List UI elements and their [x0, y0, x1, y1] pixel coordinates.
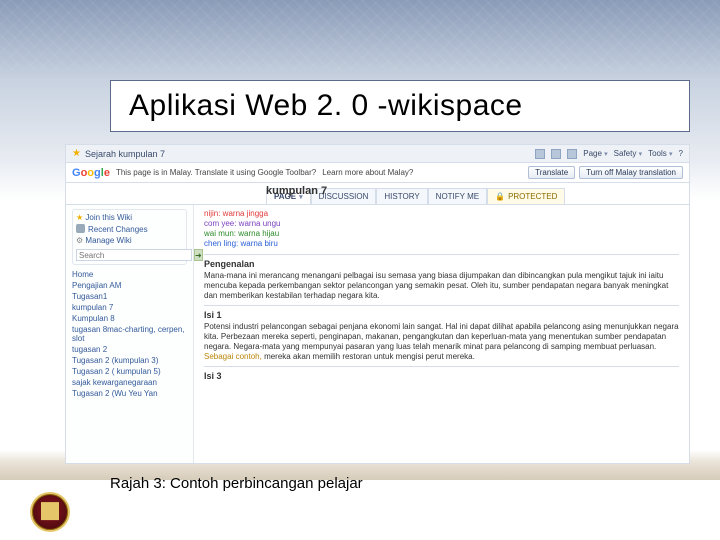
- sidebar-item[interactable]: Pengajian AM: [72, 281, 187, 290]
- color-line: wai mun: warna hijau: [204, 229, 679, 238]
- sidebar-item[interactable]: Tugasan 2 (kumpulan 3): [72, 356, 187, 365]
- heading-isi1: Isi 1: [204, 310, 679, 320]
- ie-toolbar: ★ Sejarah kumpulan 7 Page ▾ Safety ▾ Too…: [66, 145, 689, 163]
- tab-history[interactable]: HISTORY: [376, 188, 427, 204]
- sidebar-item[interactable]: Tugasan 2 (Wu Yeu Yan: [72, 389, 187, 398]
- join-wiki-link[interactable]: ★ Join this Wiki: [76, 213, 183, 222]
- wiki-tabs-row: kumpulan 7 PAGE ▾ DISCUSSION HISTORY NOT…: [66, 183, 689, 205]
- color-line: com yee: warna ungu: [204, 219, 679, 228]
- color-line: nijin: warna jingga: [204, 209, 679, 218]
- color-key-lines: nijin: warna jingga com yee: warna ungu …: [204, 209, 679, 248]
- favorite-label[interactable]: Sejarah kumpulan 7: [85, 149, 165, 159]
- slide-title: Aplikasi Web 2. 0 -wikispace: [129, 89, 671, 123]
- figure-caption: Rajah 3: Contoh perbincangan pelajar: [110, 475, 363, 492]
- ie-help-icon[interactable]: ?: [679, 149, 683, 158]
- translate-learn[interactable]: Learn more about Malay?: [322, 168, 413, 177]
- wiki-page-title: kumpulan 7: [266, 185, 327, 197]
- slide-title-box: Aplikasi Web 2. 0 -wikispace: [110, 80, 690, 132]
- ie-menu-tools[interactable]: Tools ▾: [648, 149, 672, 158]
- wiki-content: nijin: warna jingga com yee: warna ungu …: [194, 205, 689, 463]
- star-icon: ★: [76, 213, 83, 222]
- recent-changes-link[interactable]: Recent Changes: [76, 224, 183, 234]
- favorite-icon: ★: [72, 148, 81, 159]
- sidebar-item[interactable]: sajak kewarganegaraan: [72, 378, 187, 387]
- paragraph-pengenalan: Mana-mana ini merancang menangani pelbag…: [204, 271, 679, 301]
- heading-isi3: Isi 3: [204, 371, 679, 381]
- heading-pengenalan: Pengenalan: [204, 259, 679, 269]
- sidebar-nav: Home Pengajian AM Tugasan1 kumpulan 7 Ku…: [72, 270, 187, 398]
- wiki-sidebar: ★ Join this Wiki Recent Changes ⚙ Manage…: [66, 205, 194, 463]
- sidebar-item[interactable]: tugasan 2: [72, 345, 187, 354]
- sidebar-item[interactable]: Home: [72, 270, 187, 279]
- paragraph-isi1: Potensi industri pelancongan sebagai pen…: [204, 322, 679, 362]
- ie-mail-icon[interactable]: [567, 149, 577, 159]
- translate-button[interactable]: Translate: [528, 166, 575, 179]
- google-toolbar: Google This page is in Malay. Translate …: [66, 163, 689, 183]
- lock-icon: 🔒: [495, 192, 505, 201]
- ie-menu-page[interactable]: Page ▾: [583, 149, 607, 158]
- institution-logo: [30, 492, 70, 532]
- gear-icon: ⚙: [76, 236, 83, 245]
- sidebar-item[interactable]: Kumpulan 8: [72, 314, 187, 323]
- sidebar-item[interactable]: kumpulan 7: [72, 303, 187, 312]
- tab-notify[interactable]: NOTIFY ME: [428, 188, 487, 204]
- ie-menu-safety[interactable]: Safety ▾: [614, 149, 642, 158]
- ie-home-icon[interactable]: [535, 149, 545, 159]
- manage-wiki-link[interactable]: ⚙ Manage Wiki: [76, 236, 183, 245]
- sidebar-item[interactable]: Tugasan 2 ( kumpulan 5): [72, 367, 187, 376]
- sidebar-item[interactable]: tugasan 8mac-charting, cerpen, slot: [72, 325, 187, 343]
- ie-feed-icon[interactable]: [551, 149, 561, 159]
- tab-protected[interactable]: 🔒PROTECTED: [487, 188, 565, 204]
- color-line: chen ling: warna biru: [204, 239, 679, 248]
- google-logo: Google: [72, 167, 110, 179]
- turn-off-translate-button[interactable]: Turn off Malay translation: [579, 166, 683, 179]
- translate-message: This page is in Malay. Translate it usin…: [116, 168, 316, 177]
- recent-icon: [76, 224, 85, 233]
- browser-screenshot: ★ Sejarah kumpulan 7 Page ▾ Safety ▾ Too…: [65, 144, 690, 464]
- sidebar-item[interactable]: Tugasan1: [72, 292, 187, 301]
- search-input[interactable]: [76, 249, 192, 261]
